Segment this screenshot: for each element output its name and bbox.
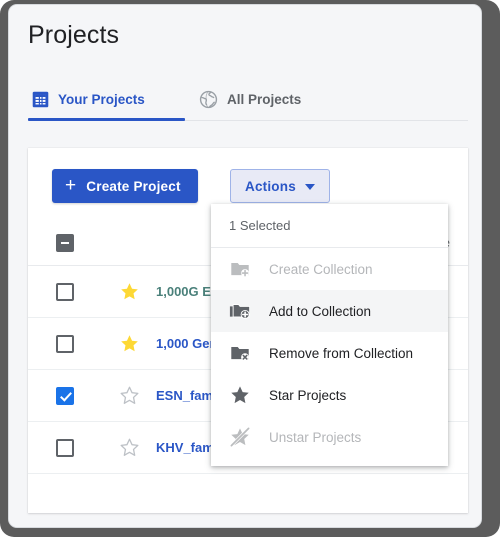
project-name-link[interactable]: ESN_fami <box>156 388 217 403</box>
select-all-cell <box>28 233 102 252</box>
row-checkbox-cell <box>28 282 102 301</box>
row-checkbox[interactable] <box>56 438 74 457</box>
menu-selection-count: 1 Selected <box>211 204 448 248</box>
row-checkbox[interactable] <box>56 282 74 301</box>
create-project-button[interactable]: + Create Project <box>52 169 198 203</box>
row-checkbox[interactable] <box>56 334 74 353</box>
actions-label: Actions <box>245 178 296 194</box>
browser-frame: Projects Your Projects All Projects + Cr… <box>0 0 500 537</box>
frame-inner: Projects Your Projects All Projects + Cr… <box>9 5 481 527</box>
menu-item-create-collection[interactable]: Create Collection <box>211 248 448 290</box>
row-star-cell <box>102 437 156 458</box>
globe-icon <box>199 90 218 109</box>
plus-icon: + <box>65 174 77 196</box>
tab-your-projects[interactable]: Your Projects <box>28 77 149 121</box>
chevron-down-icon <box>304 184 315 190</box>
tab-all-projects[interactable]: All Projects <box>195 77 305 121</box>
select-all-checkbox[interactable] <box>56 233 74 252</box>
project-name-link[interactable]: 1,000 Gen <box>156 336 217 351</box>
star-filled-icon[interactable] <box>119 333 140 354</box>
menu-item-star-projects[interactable]: Star Projects <box>211 374 448 416</box>
row-checkbox-cell <box>28 334 102 353</box>
create-project-label: Create Project <box>86 178 181 194</box>
row-star-cell <box>102 385 156 406</box>
menu-item-unstar-projects[interactable]: Unstar Projects <box>211 416 448 458</box>
row-checkbox-cell <box>28 438 102 457</box>
folder-add-icon <box>231 263 249 277</box>
projects-page: Projects Your Projects All Projects + Cr… <box>9 5 481 527</box>
row-checkbox[interactable] <box>56 386 74 405</box>
tab-your-projects-label: Your Projects <box>58 91 145 107</box>
actions-dropdown-menu: 1 Selected Create Collection Add to Coll… <box>211 204 448 466</box>
folder-remove-icon <box>231 347 249 362</box>
row-star-cell <box>102 281 156 302</box>
tab-bar: Your Projects All Projects <box>9 77 481 123</box>
row-checkbox-cell <box>28 386 102 405</box>
menu-item-label: Star Projects <box>269 387 347 403</box>
menu-item-label: Create Collection <box>269 261 373 277</box>
star-filled-icon <box>231 386 249 404</box>
menu-item-label: Unstar Projects <box>269 429 362 445</box>
star-outline-icon[interactable] <box>119 385 140 406</box>
menu-item-remove-from-collection[interactable]: Remove from Collection <box>211 332 448 374</box>
star-filled-icon[interactable] <box>119 281 140 302</box>
star-slash-icon <box>230 427 250 447</box>
page-title: Projects <box>28 21 120 49</box>
project-name-link[interactable]: 1,000G Ex <box>156 284 218 299</box>
actions-button[interactable]: Actions <box>230 169 330 203</box>
folders-add-icon <box>229 304 251 319</box>
active-tab-indicator <box>28 118 185 121</box>
tab-all-projects-label: All Projects <box>227 91 302 107</box>
star-outline-icon[interactable] <box>119 437 140 458</box>
menu-item-label: Remove from Collection <box>269 345 414 361</box>
menu-item-add-to-collection[interactable]: Add to Collection <box>211 290 448 332</box>
menu-item-label: Add to Collection <box>269 303 372 319</box>
row-star-cell <box>102 333 156 354</box>
grid-icon <box>32 91 49 108</box>
